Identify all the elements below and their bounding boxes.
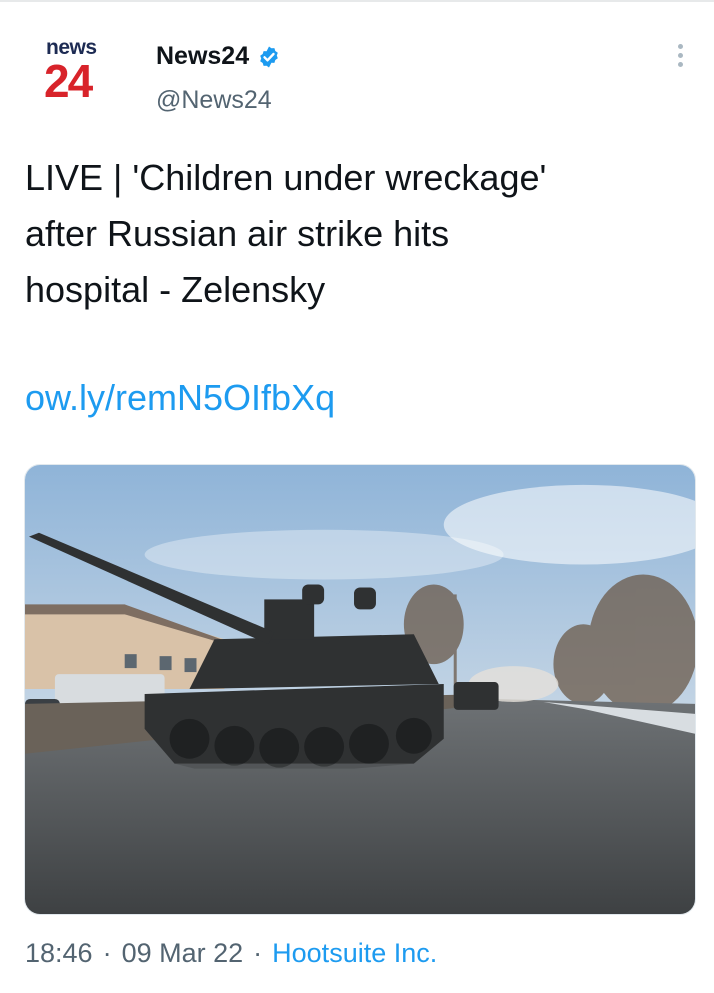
tank-photo <box>25 465 695 914</box>
tweet-media-image[interactable] <box>24 464 696 915</box>
display-name[interactable]: News24 <box>156 42 249 71</box>
tweet-meta: 18:46 · 09 Mar 22 · Hootsuite Inc. <box>25 938 437 969</box>
avatar[interactable]: news 24 <box>22 36 134 120</box>
avatar-logo-bottom: 24 <box>44 55 93 107</box>
name-row: News24 <box>156 42 281 71</box>
meta-separator: · <box>253 938 263 968</box>
tweet-source[interactable]: Hootsuite Inc. <box>272 938 437 969</box>
tweet-text: LIVE | 'Children under wreckage' after R… <box>25 157 547 310</box>
tweet-date[interactable]: 09 Mar 22 <box>122 938 244 969</box>
top-divider <box>0 0 714 2</box>
more-vertical-icon[interactable] <box>668 40 692 76</box>
meta-separator: · <box>102 938 112 968</box>
tweet-link[interactable]: ow.ly/remN5OIfbXq <box>25 377 335 419</box>
user-handle[interactable]: @News24 <box>156 86 272 115</box>
tweet-time[interactable]: 18:46 <box>25 938 93 969</box>
verified-badge-icon <box>257 45 281 69</box>
